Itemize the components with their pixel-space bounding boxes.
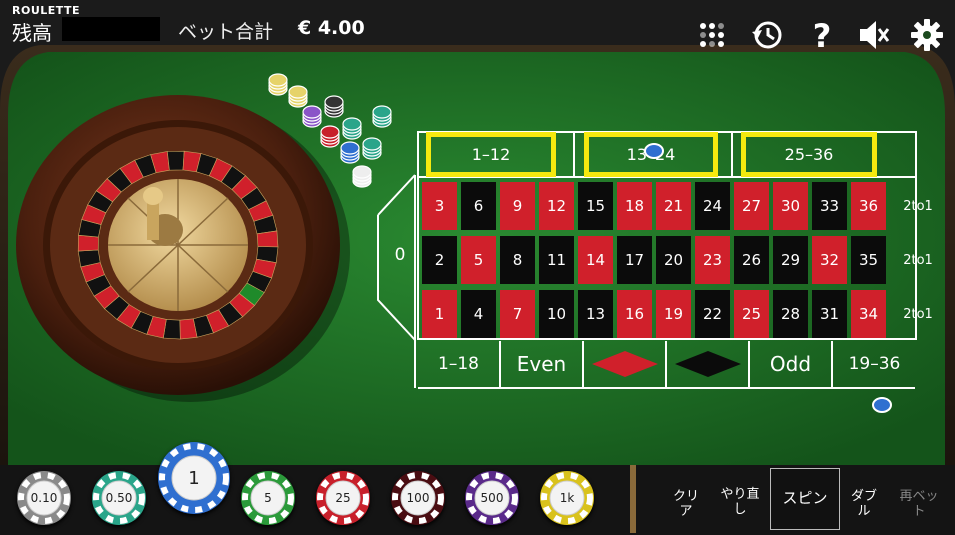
chip-100[interactable]: 100	[391, 471, 445, 525]
game-logo: ROULETTE	[12, 4, 81, 17]
bet-total-value: € 4.00	[298, 17, 365, 39]
clear-button[interactable]: クリア	[668, 488, 704, 518]
chip-label: 0.50	[105, 491, 133, 505]
roulette-scene: 0 3 6 9 12 15 18 21 24 27 30 33 36 2 5 8 11 14 17 20 23 26 29 3…	[0, 0, 955, 535]
chip-1k[interactable]: 1k	[540, 471, 594, 525]
mute-icon[interactable]	[857, 18, 891, 52]
chip-5[interactable]: 5	[241, 471, 295, 525]
chip-label: 1k	[559, 491, 575, 505]
chip-0.10[interactable]: 0.10	[17, 471, 71, 525]
grid-menu-icon[interactable]	[695, 18, 729, 52]
chip-label: 500	[480, 491, 504, 505]
balance-value-redacted	[62, 17, 160, 41]
svg-text:?: ?	[813, 18, 832, 52]
chip-label: 25	[335, 491, 351, 505]
divider	[630, 465, 636, 533]
chip-1[interactable]: 1	[158, 442, 230, 514]
chip-500[interactable]: 500	[465, 471, 519, 525]
rebet-button[interactable]: 再ベット	[894, 488, 944, 518]
spin-button[interactable]: スピン	[770, 468, 840, 530]
chip-0.50[interactable]: 0.50	[92, 471, 146, 525]
chip-25[interactable]: 25	[316, 471, 370, 525]
double-button[interactable]: ダブル	[846, 488, 882, 518]
settings-icon[interactable]	[910, 18, 944, 52]
help-icon[interactable]: ?	[805, 18, 839, 52]
chip-label: 5	[264, 491, 272, 505]
decorative-chip-stacks	[268, 73, 892, 413]
chip-label: 1	[188, 467, 200, 489]
chip-label: 0.10	[30, 491, 58, 505]
balance-label: 残高	[12, 23, 52, 45]
history-icon[interactable]	[750, 18, 784, 52]
bet-total-label: ベット合計	[178, 22, 274, 43]
chip-label: 100	[406, 491, 430, 505]
undo-button[interactable]: やり直し	[718, 486, 762, 516]
